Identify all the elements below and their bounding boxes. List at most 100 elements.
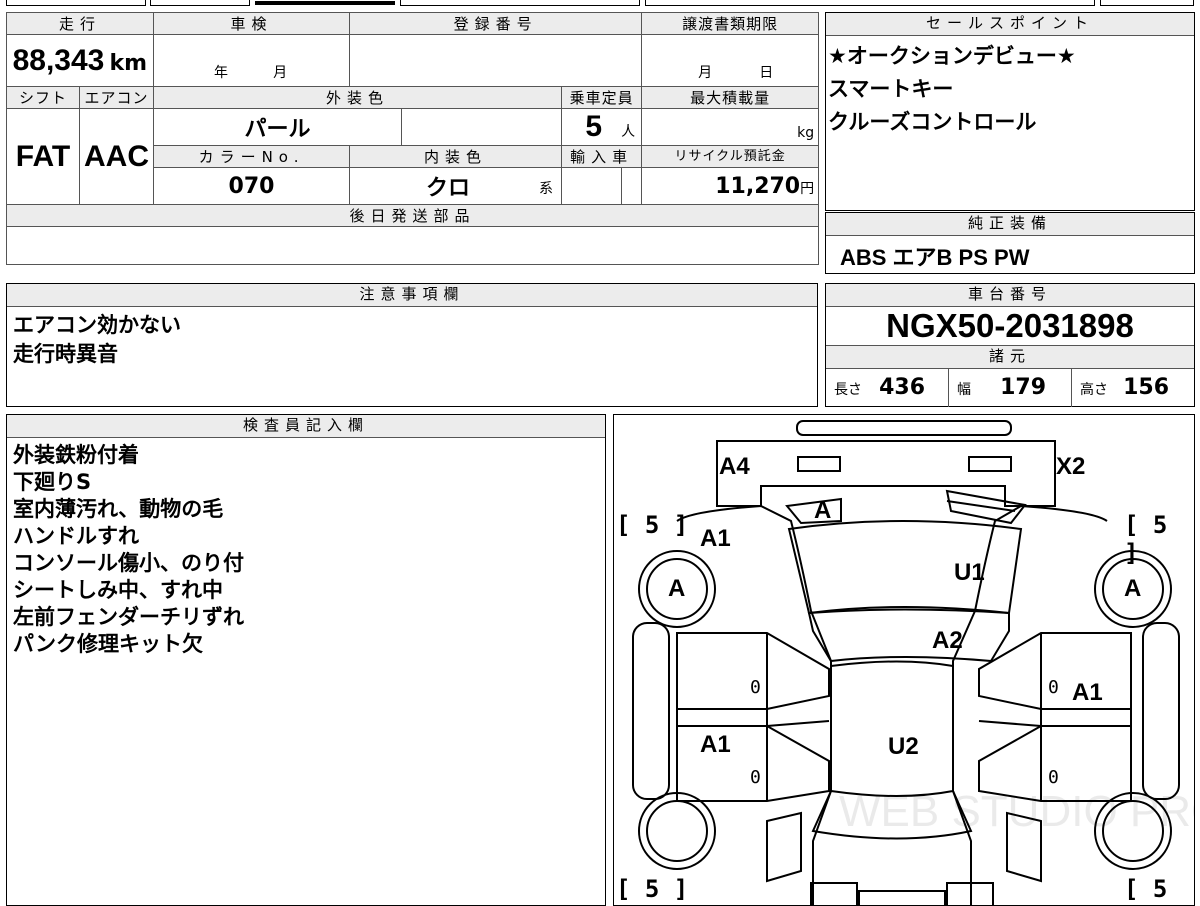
label-roof: U2 bbox=[888, 733, 919, 760]
transfer-cell: 月 日 bbox=[641, 34, 820, 87]
capacity-header: 乗車定員 bbox=[561, 86, 643, 109]
chassis-number: NGX50-2031898 bbox=[826, 307, 1194, 346]
genuine-equipment-panel: 純正装備 ABS エアB PS PW bbox=[825, 212, 1195, 274]
import-header: 輸入車 bbox=[561, 145, 643, 168]
tire-depth-front-left: [ 5 ] bbox=[616, 511, 689, 539]
inspector-header: 検査員記入欄 bbox=[7, 415, 605, 438]
width-cell: 幅 179 bbox=[949, 369, 1072, 407]
label-left-rear-door: A1 bbox=[700, 731, 731, 758]
note-line: 走行時異音 bbox=[13, 342, 118, 366]
label-front-left-wheel: A bbox=[668, 575, 686, 602]
label-right-door: A1 bbox=[1072, 679, 1103, 706]
registration-header: 登録番号 bbox=[349, 12, 643, 35]
recycle-cell: 11,270円 bbox=[641, 167, 820, 205]
specs-row: 長さ 436 幅 179 高さ 156 bbox=[826, 369, 1194, 407]
tire-depth-front-right: [ 5 ] bbox=[1124, 511, 1168, 567]
later-parts-value bbox=[5, 226, 820, 265]
recycle-unit: 円 bbox=[800, 180, 815, 197]
label-front-left-corner: A4 bbox=[719, 453, 750, 480]
max-load-unit: kg bbox=[641, 108, 820, 146]
chassis-header: 車台番号 bbox=[826, 284, 1194, 307]
top-strip bbox=[0, 0, 1200, 10]
sales-points-list: ★オークションデビュー★ スマートキー クルーズコントロール bbox=[826, 36, 1194, 141]
inspection-year: 年 bbox=[214, 65, 229, 81]
aircon-header: エアコン bbox=[78, 86, 155, 109]
exterior-color-header: 外装色 bbox=[153, 86, 563, 109]
aircon-value: AAC bbox=[78, 108, 155, 205]
sales-point-item: ★オークションデビュー★ bbox=[828, 44, 1076, 68]
sales-point-item: スマートキー bbox=[828, 77, 954, 101]
mileage-header: 走行 bbox=[5, 12, 155, 35]
later-parts-header: 後日発送部品 bbox=[5, 204, 820, 227]
length-value: 436 bbox=[879, 375, 926, 400]
height-cell: 高さ 156 bbox=[1072, 369, 1194, 407]
sales-points-header: セールスポイント bbox=[826, 13, 1194, 36]
label-roof-front: A2 bbox=[932, 627, 963, 654]
genuine-equipment-header: 純正装備 bbox=[826, 213, 1194, 236]
mileage-cell: 88,343 km bbox=[5, 34, 155, 87]
door-mark-left-rear: 0 bbox=[750, 767, 761, 788]
notes-header: 注意事項欄 bbox=[7, 284, 817, 307]
vehicle-info-panel: 走行 車検 登録番号 譲渡書類期限 88,343 km 年 月 月 日 シフト … bbox=[5, 12, 820, 265]
label-windshield-strip: A bbox=[814, 497, 832, 524]
label-front-right-wheel: A bbox=[1124, 575, 1142, 602]
color-no-header: カラーNo. bbox=[153, 145, 351, 168]
inspector-panel: 検査員記入欄 外装鉄粉付着 下廻りS 室内薄汚れ、動物の毛 ハンドルすれ コンソ… bbox=[6, 414, 606, 906]
sales-point-item: クルーズコントロール bbox=[828, 110, 1037, 134]
inspector-line: 室内薄汚れ、動物の毛 bbox=[13, 497, 224, 521]
transfer-day: 日 bbox=[759, 65, 774, 81]
specs-header: 諸元 bbox=[826, 346, 1194, 369]
length-cell: 長さ 436 bbox=[826, 369, 949, 407]
tire-depth-rear-right: [ 5 ] bbox=[1124, 875, 1168, 905]
shift-header: シフト bbox=[6, 86, 80, 109]
label-hood-left: A1 bbox=[700, 525, 731, 552]
recycle-value: 11,270 bbox=[715, 173, 801, 199]
interior-color-header: 内装色 bbox=[349, 145, 563, 168]
inspector-line: シートしみ中、すれ中 bbox=[13, 578, 223, 602]
transfer-header: 譲渡書類期限 bbox=[641, 12, 820, 35]
label-hood: U1 bbox=[954, 559, 985, 586]
sales-points-panel: セールスポイント ★オークションデビュー★ スマートキー クルーズコントロール bbox=[825, 12, 1195, 211]
recycle-header: リサイクル預託金 bbox=[641, 145, 820, 168]
inspection-header: 車検 bbox=[153, 12, 351, 35]
shift-value: FAT bbox=[6, 108, 80, 205]
width-label: 幅 bbox=[957, 382, 971, 398]
width-value: 179 bbox=[1000, 375, 1047, 400]
capacity-unit: 人 bbox=[621, 124, 636, 140]
inspector-line: 左前フェンダーチリずれ bbox=[13, 605, 244, 629]
inspection-month: 月 bbox=[273, 65, 288, 81]
import-cell-a bbox=[561, 167, 623, 205]
label-front-right-corner: X2 bbox=[1056, 453, 1086, 480]
inspector-line: ハンドルすれ bbox=[13, 524, 139, 548]
mileage-unit: km bbox=[109, 50, 148, 76]
inspector-line: パンク修理キット欠 bbox=[13, 632, 204, 656]
inspection-cell: 年 月 bbox=[153, 34, 351, 87]
capacity-cell: 5 人 bbox=[561, 108, 643, 146]
door-mark-left-front: 0 bbox=[750, 677, 761, 698]
max-load-header: 最大積載量 bbox=[641, 86, 820, 109]
exterior-color-value: パール bbox=[153, 108, 403, 146]
registration-value bbox=[349, 34, 643, 87]
notes-panel: 注意事項欄 エアコン効かない 走行時異音 bbox=[6, 283, 818, 407]
length-label: 長さ bbox=[834, 382, 862, 398]
note-line: エアコン効かない bbox=[13, 313, 181, 337]
inspector-line: コンソール傷小、のり付 bbox=[13, 551, 244, 575]
inspector-line: 外装鉄粉付着 bbox=[13, 443, 139, 467]
inspector-list: 外装鉄粉付着 下廻りS 室内薄汚れ、動物の毛 ハンドルすれ コンソール傷小、のり… bbox=[7, 438, 605, 660]
tire-depth-rear-left: [ 5 ] bbox=[616, 875, 689, 903]
genuine-equipment-value: ABS エアB PS PW bbox=[840, 245, 1030, 270]
door-mark-right-front: 0 bbox=[1048, 677, 1059, 698]
height-value: 156 bbox=[1123, 375, 1170, 400]
mileage-value: 88,343 bbox=[12, 43, 105, 77]
import-cell-b bbox=[621, 167, 643, 205]
color-no-value: 070 bbox=[153, 167, 351, 205]
watermark: WEB STUDIO PRO bbox=[839, 787, 1195, 836]
notes-list: エアコン効かない 走行時異音 bbox=[7, 307, 817, 371]
chassis-panel: 車台番号 NGX50-2031898 諸元 長さ 436 幅 179 高さ 15… bbox=[825, 283, 1195, 407]
capacity-value: 5 bbox=[585, 110, 603, 143]
transfer-month: 月 bbox=[698, 65, 713, 81]
interior-color-value: クロ bbox=[426, 176, 471, 201]
height-label: 高さ bbox=[1080, 382, 1108, 398]
inspector-line: 下廻りS bbox=[13, 470, 92, 494]
interior-color-cell: クロ 系 bbox=[349, 167, 563, 205]
